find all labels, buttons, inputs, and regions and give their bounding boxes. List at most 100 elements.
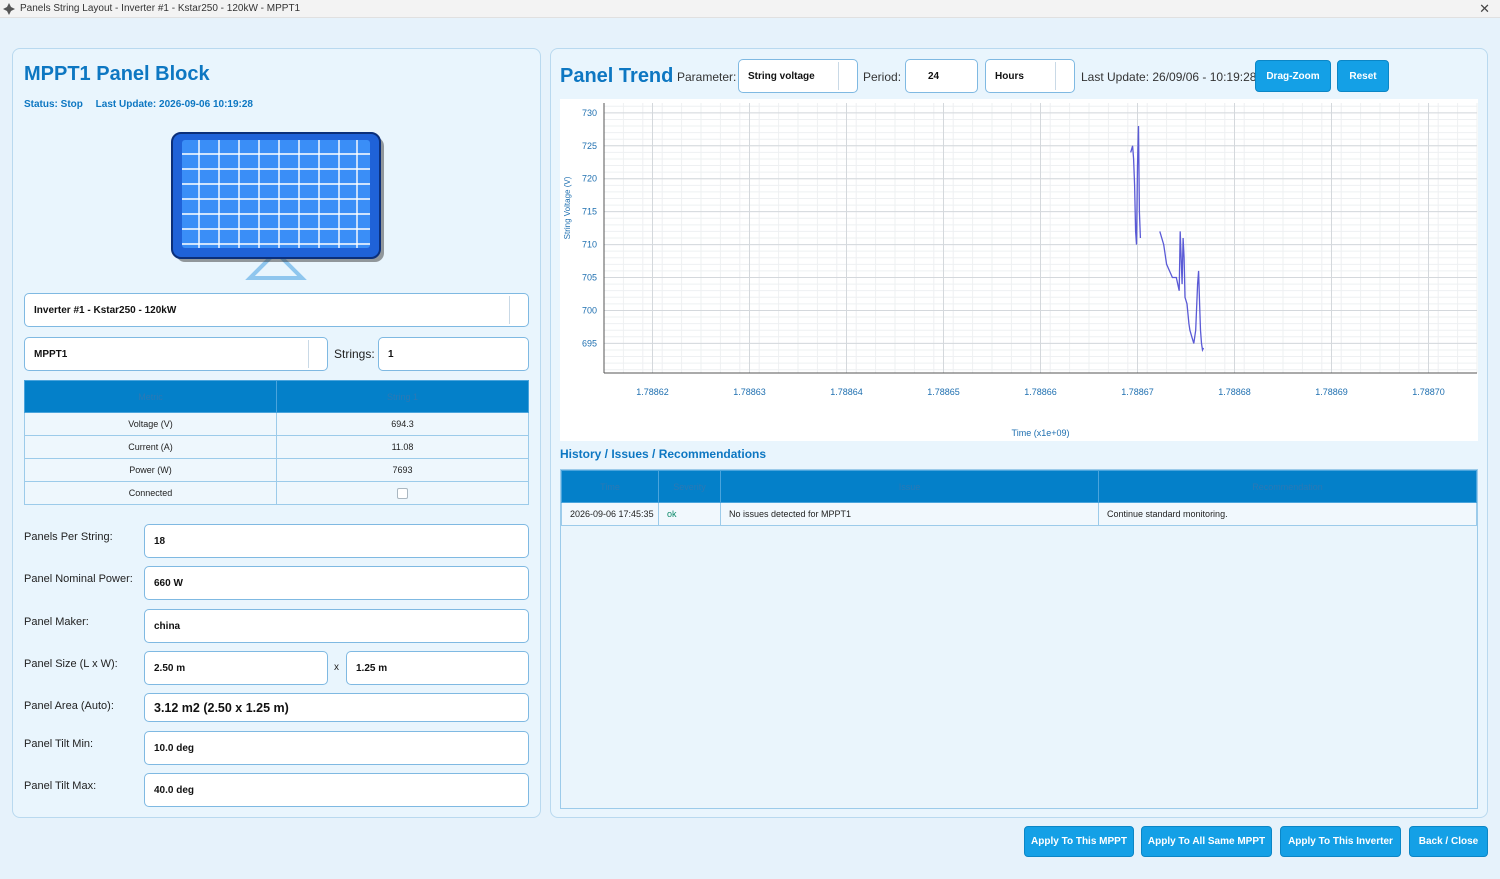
period-unit-value: Hours (995, 70, 1024, 82)
panels-per-string-input[interactable]: 18 (144, 524, 529, 558)
panels-per-string-value: 18 (154, 535, 166, 547)
panel-tilt-min-label: Panel Tilt Min: (24, 738, 94, 750)
history-table-container: Time Severity Issue Recommendation 2026-… (560, 469, 1478, 809)
apply-to-all-same-mppt-button[interactable]: Apply To All Same MPPT (1141, 826, 1272, 857)
back-close-button[interactable]: Back / Close (1409, 826, 1488, 857)
metric-name: Power (W) (24, 458, 277, 482)
back-close-label: Back / Close (1418, 836, 1479, 847)
period-unit-select[interactable]: Hours (985, 59, 1075, 93)
trend-chart-svg: 1.78862 1.78863 1.78864 1.78865 1.78866 1.788… (563, 103, 1478, 438)
metric-name: Voltage (V) (24, 412, 277, 436)
panel-tilt-max-value: 40.0 deg (154, 784, 195, 796)
metric-value: 7693 (276, 458, 529, 482)
panel-width-input[interactable]: 1.25 m (346, 651, 529, 685)
panel-maker-value: china (154, 620, 181, 632)
history-severity: ok (658, 502, 721, 526)
mppt-select[interactable]: MPPT1 (24, 337, 328, 371)
apply-to-this-mppt-button[interactable]: Apply To This MPPT (1024, 826, 1134, 857)
x-axis-label: Time (x1e+09) (1012, 428, 1070, 438)
table-row: Current (A) 11.08 (24, 435, 529, 459)
inverter-select[interactable]: Inverter #1 - Kstar250 - 120kW (24, 293, 529, 327)
panel-area-value: 3.12 m2 (2.50 x 1.25 m) (154, 700, 289, 715)
table-row: Connected (24, 481, 529, 505)
panel-maker-input[interactable]: china (144, 609, 529, 643)
string1-col-header[interactable]: String 1 (276, 380, 529, 413)
x-tick-label: 1.78866 (1024, 387, 1057, 397)
x-tick-label: 1.78870 (1412, 387, 1445, 397)
y-tick-label: 710 (582, 240, 597, 250)
panels-per-string-label: Panels Per String: (24, 531, 113, 543)
period-input-value: 24 (928, 70, 940, 82)
trend-title: Panel Trend (560, 65, 674, 87)
panel-maker-label: Panel Maker: (24, 616, 89, 628)
panel-size-label: Panel Size (L x W): (24, 658, 118, 670)
y-tick-label: 695 (582, 338, 597, 348)
panel-area-label: Panel Area (Auto): (24, 700, 114, 712)
y-tick-label: 700 (582, 305, 597, 315)
metric-name: Connected (24, 481, 277, 505)
panel-area-display: 3.12 m2 (2.50 x 1.25 m) (144, 693, 529, 722)
metric-col-header[interactable]: Metric (24, 380, 277, 413)
mppt-select-value: MPPT1 (34, 348, 68, 360)
table-row[interactable]: 2026-09-06 17:45:35 ok No issues detecte… (561, 502, 1477, 526)
connected-cell (276, 481, 529, 505)
inverter-select-value: Inverter #1 - Kstar250 - 120kW (34, 304, 177, 316)
recommendation-col-header[interactable]: Recommendation (1098, 470, 1477, 503)
metric-value: 694.3 (276, 412, 529, 436)
parameter-select[interactable]: String voltage (738, 59, 858, 93)
apply-to-this-inverter-button[interactable]: Apply To This Inverter (1280, 826, 1401, 857)
reset-button[interactable]: Reset (1337, 60, 1389, 92)
period-label: Period: (863, 70, 902, 84)
x-tick-label: 1.78862 (636, 387, 669, 397)
metric-name: Current (A) (24, 435, 277, 459)
app-icon (3, 2, 15, 15)
history-table: Time Severity Issue Recommendation 2026-… (561, 470, 1477, 526)
x-tick-label: 1.78867 (1121, 387, 1154, 397)
x-tick-label: 1.78868 (1218, 387, 1251, 397)
metric-value: 11.08 (276, 435, 529, 459)
last-update-text: Last Update: 2026-09-06 10:19:28 (95, 99, 253, 110)
panel-tilt-min-input[interactable]: 10.0 deg (144, 731, 529, 765)
close-icon[interactable]: ✕ (1479, 1, 1490, 17)
connected-checkbox[interactable] (397, 487, 408, 499)
history-recommendation: Continue standard monitoring. (1098, 502, 1477, 526)
x-tick-label: 1.78865 (927, 387, 960, 397)
panel-tilt-max-input[interactable]: 40.0 deg (144, 773, 529, 807)
panel-width-value: 1.25 m (356, 662, 388, 674)
parameter-label: Parameter: (677, 70, 737, 84)
apply-to-this-inverter-label: Apply To This Inverter (1288, 836, 1393, 847)
strings-input[interactable]: 1 (378, 337, 529, 371)
strings-label: Strings: (334, 347, 375, 361)
panel-trend-section: Panel Trend Parameter: String voltage Pe… (550, 48, 1488, 818)
solar-panel-icon (171, 132, 385, 282)
strings-input-value: 1 (388, 348, 394, 360)
panel-nominal-power-input[interactable]: 660 W (144, 566, 529, 600)
table-row: Voltage (V) 694.3 (24, 412, 529, 436)
trend-last-update: Last Update: 26/09/06 - 10:19:28 (1081, 70, 1257, 84)
panel-nominal-power-label: Panel Nominal Power: (24, 573, 133, 585)
panel-nominal-power-value: 660 W (154, 577, 183, 589)
issue-col-header[interactable]: Issue (720, 470, 1099, 503)
apply-to-this-mppt-label: Apply To This MPPT (1031, 836, 1127, 847)
y-axis-label: String Voltage (V) (563, 176, 572, 239)
y-tick-label: 730 (582, 108, 597, 118)
history-time: 2026-09-06 17:45:35 (561, 502, 659, 526)
size-separator: x (334, 662, 339, 673)
severity-col-header[interactable]: Severity (658, 470, 721, 503)
panel-length-value: 2.50 m (154, 662, 186, 674)
table-row: Power (W) 7693 (24, 458, 529, 482)
metrics-table: Metric String 1 Voltage (V) 694.3 Curren… (24, 380, 529, 505)
panel-length-input[interactable]: 2.50 m (144, 651, 328, 685)
status-text: Status: Stop (24, 99, 83, 110)
y-tick-label: 705 (582, 273, 597, 283)
time-col-header[interactable]: Time (561, 470, 659, 503)
period-input[interactable]: 24 (905, 59, 978, 93)
panel-tilt-max-label: Panel Tilt Max: (24, 780, 97, 792)
trend-chart[interactable]: 1.78862 1.78863 1.78864 1.78865 1.78866 1.788… (560, 99, 1478, 441)
history-title: History / Issues / Recommendations (560, 447, 767, 461)
mppt-panel-block: MPPT1 Panel Block Status: Stop Last Upda… (12, 48, 541, 818)
status-line: Status: Stop Last Update: 2026-09-06 10:… (24, 99, 263, 110)
apply-to-all-same-mppt-label: Apply To All Same MPPT (1147, 836, 1266, 847)
y-tick-label: 720 (582, 174, 597, 184)
drag-zoom-button[interactable]: Drag-Zoom (1255, 60, 1331, 92)
